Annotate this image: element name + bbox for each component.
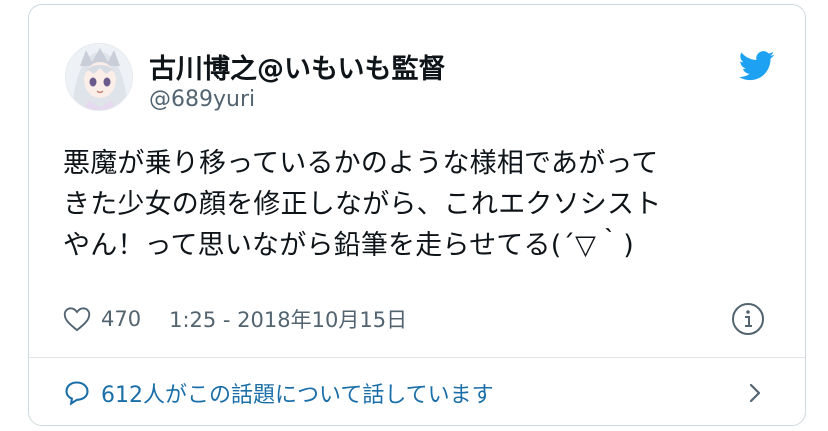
heart-icon[interactable]	[63, 306, 91, 332]
conversation-link-label[interactable]: 612人がこの話題について話しています	[101, 377, 494, 409]
tweet-text: 悪魔が乗り移っているかのような様相であがって きた少女の顔を修正しながら、これエ…	[63, 143, 783, 266]
tweet-card[interactable]: 古川博之@いもいも監督 @689yuri 悪魔が乗り移っているかのような様相であ…	[28, 4, 806, 426]
tweet-meta: 470 1:25 - 2018年10月15日	[63, 299, 773, 339]
tweet-timestamp[interactable]: 1:25 - 2018年10月15日	[169, 304, 407, 334]
author-display-name[interactable]: 古川博之@いもいも監督	[149, 47, 445, 86]
divider	[29, 357, 805, 358]
anime-avatar-icon	[66, 44, 132, 110]
author-handle[interactable]: @689yuri	[149, 87, 255, 112]
tweet-header: 古川博之@いもいも監督 @689yuri	[65, 43, 775, 123]
speech-bubble-icon	[65, 381, 89, 406]
tweet-text-line: やん！って思いながら鉛筆を走らせてる(´▽｀)	[63, 230, 635, 261]
chevron-right-icon[interactable]	[747, 381, 763, 405]
conversation-link[interactable]: 612人がこの話題について話しています	[63, 373, 773, 413]
tweet-text-line: きた少女の顔を修正しながら、これエクソシスト	[63, 189, 662, 220]
twitter-bird-icon[interactable]	[739, 51, 775, 81]
like-count[interactable]: 470	[101, 307, 141, 331]
avatar[interactable]	[65, 43, 133, 111]
tweet-text-line: 悪魔が乗り移っているかのような様相であがって	[63, 148, 659, 179]
info-icon[interactable]	[731, 302, 765, 336]
